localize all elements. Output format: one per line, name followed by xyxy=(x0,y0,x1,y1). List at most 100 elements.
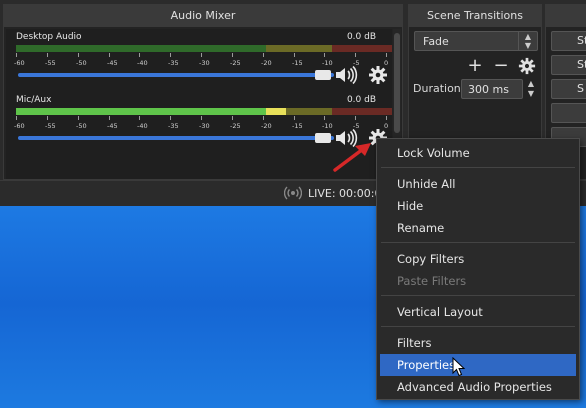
meter-tick-label: -55 xyxy=(45,122,56,130)
meter-tick xyxy=(386,116,387,120)
menu-item-vertical-layout[interactable]: Vertical Layout xyxy=(380,301,576,323)
meter-tick-label: -40 xyxy=(137,122,148,130)
volume-meter-desktop-audio xyxy=(16,45,392,52)
meter-tick-label: -35 xyxy=(168,59,179,67)
meter-tick-label: -20 xyxy=(261,59,272,67)
controls-title xyxy=(546,5,586,27)
meter-tick xyxy=(324,53,325,57)
add-transition-button[interactable]: + xyxy=(465,57,485,75)
transition-properties-button[interactable] xyxy=(517,57,537,75)
meter-tick xyxy=(324,116,325,120)
meter-tick-label: -60 xyxy=(14,122,25,130)
meter-tick-label: -30 xyxy=(199,59,210,67)
meter-red-zone xyxy=(332,108,392,115)
scrollbar-thumb[interactable] xyxy=(394,33,400,133)
meter-yellow-zone xyxy=(266,45,332,52)
control-button-2[interactable]: St xyxy=(551,55,586,75)
context-menu: Lock Volume Unhide All Hide Rename Copy … xyxy=(376,138,580,400)
duration-label: Duration xyxy=(413,82,461,95)
meter-tick xyxy=(47,53,48,57)
scene-transitions-title: Scene Transitions xyxy=(409,5,541,27)
volume-slider-desktop-audio[interactable] xyxy=(18,73,334,77)
meter-tick-label: -25 xyxy=(230,59,241,67)
menu-item-lock-volume[interactable]: Lock Volume xyxy=(380,142,576,164)
volume-slider-handle[interactable] xyxy=(315,70,331,80)
meter-tick xyxy=(263,116,264,120)
updown-arrows-icon: ▲ ▼ xyxy=(518,32,537,50)
channel-db-desktop-audio: 0.0 dB xyxy=(346,32,376,42)
meter-tick xyxy=(355,53,356,57)
transition-select-value: Fade xyxy=(423,35,449,48)
meter-tick-label: -10 xyxy=(322,59,333,67)
volume-meter-mic-aux xyxy=(16,108,392,115)
meter-tick xyxy=(201,53,202,57)
meter-tick xyxy=(201,116,202,120)
gear-icon[interactable] xyxy=(368,65,388,85)
menu-item-filters[interactable]: Filters xyxy=(380,332,576,354)
meter-level-yellow xyxy=(266,108,286,115)
meter-tick xyxy=(78,53,79,57)
menu-separator xyxy=(381,295,575,296)
meter-tick xyxy=(109,116,110,120)
menu-item-advanced-audio-properties[interactable]: Advanced Audio Properties xyxy=(380,376,576,398)
meter-tick-label: -55 xyxy=(45,59,56,67)
menu-item-hide[interactable]: Hide xyxy=(380,195,576,217)
meter-green-zone xyxy=(16,45,266,52)
menu-item-rename[interactable]: Rename xyxy=(380,217,576,239)
volume-slider-mic-aux[interactable] xyxy=(18,136,334,140)
remove-transition-button[interactable]: − xyxy=(491,57,511,75)
meter-tick xyxy=(294,116,295,120)
menu-item-copy-filters[interactable]: Copy Filters xyxy=(380,248,576,270)
meter-tick xyxy=(139,116,140,120)
menu-item-properties[interactable]: Properties xyxy=(380,354,576,376)
menu-separator xyxy=(381,167,575,168)
duration-value: 300 ms xyxy=(468,83,509,96)
meter-tick xyxy=(170,53,171,57)
transition-select[interactable]: Fade ▲ ▼ xyxy=(414,31,538,51)
mouse-cursor-icon xyxy=(452,357,466,377)
meter-tick xyxy=(109,53,110,57)
audio-mixer-title: Audio Mixer xyxy=(4,5,402,27)
meter-tick xyxy=(16,53,17,57)
meter-tick xyxy=(232,116,233,120)
meter-tick xyxy=(232,53,233,57)
meter-level-green xyxy=(16,108,266,115)
meter-tick xyxy=(386,53,387,57)
broadcast-icon xyxy=(283,186,303,200)
duration-input[interactable]: 300 ms xyxy=(461,79,523,99)
channel-name-mic-aux: Mic/Aux xyxy=(16,95,52,105)
meter-tick xyxy=(355,116,356,120)
control-button-4[interactable] xyxy=(551,103,586,123)
meter-tick-label: -35 xyxy=(168,122,179,130)
meter-tick xyxy=(47,116,48,120)
volume-slider-handle[interactable] xyxy=(315,133,331,143)
duration-stepper[interactable]: ▲ ▼ xyxy=(525,79,537,99)
menu-separator xyxy=(381,326,575,327)
speaker-icon[interactable] xyxy=(334,65,358,85)
meter-tick-label: -60 xyxy=(14,59,25,67)
menu-item-paste-filters: Paste Filters xyxy=(397,274,467,288)
menu-item-unhide-all[interactable]: Unhide All xyxy=(380,173,576,195)
meter-tick-label: -50 xyxy=(76,59,87,67)
meter-tick-label: -20 xyxy=(261,122,272,130)
control-button-1[interactable]: St xyxy=(551,31,586,51)
menu-separator xyxy=(381,242,575,243)
meter-tick xyxy=(16,116,17,120)
meter-tick xyxy=(263,53,264,57)
meter-red-zone xyxy=(332,45,392,52)
meter-tick-label: -15 xyxy=(292,122,303,130)
meter-tick-label: -50 xyxy=(76,122,87,130)
gear-icon xyxy=(518,57,536,75)
meter-tick-label: -25 xyxy=(230,122,241,130)
channel-db-mic-aux: 0.0 dB xyxy=(346,95,376,105)
annotation-arrow-icon xyxy=(333,143,371,172)
meter-tick xyxy=(78,116,79,120)
meter-tick xyxy=(294,53,295,57)
channel-name-desktop-audio: Desktop Audio xyxy=(16,32,82,42)
meter-tick-label: -30 xyxy=(199,122,210,130)
meter-tick-label: -45 xyxy=(107,122,118,130)
meter-tick xyxy=(170,116,171,120)
meter-tick-label: -15 xyxy=(292,59,303,67)
meter-tick-label: -10 xyxy=(322,122,333,130)
control-button-3[interactable]: S xyxy=(551,79,586,99)
